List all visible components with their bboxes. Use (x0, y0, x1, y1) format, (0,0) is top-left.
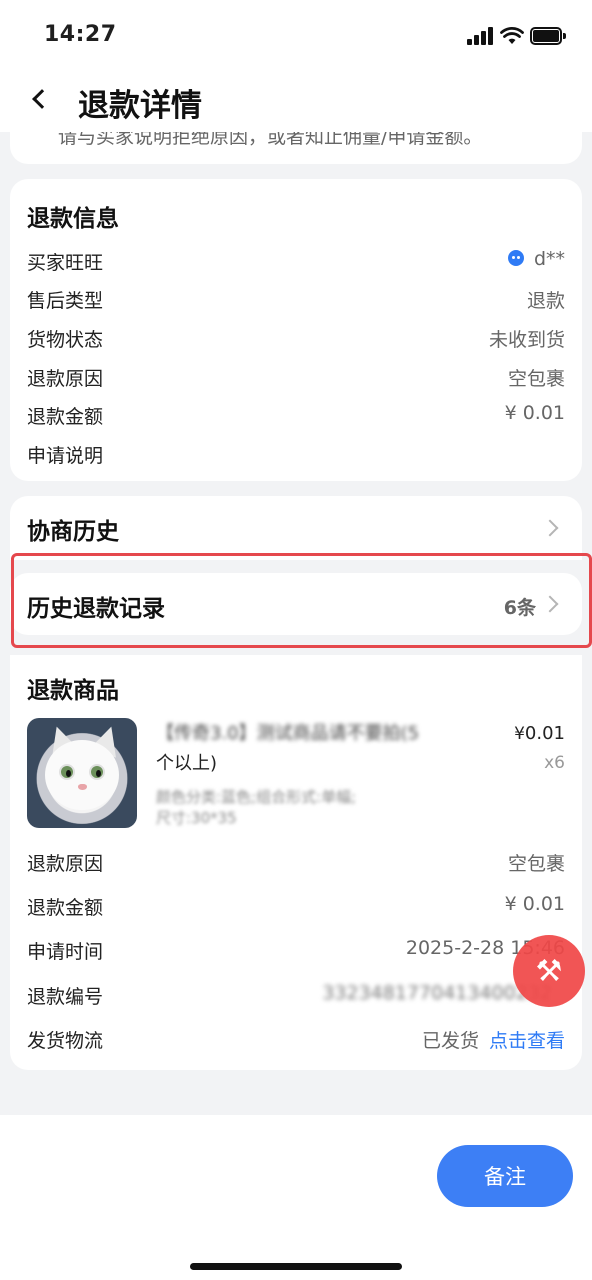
refund-goods-title: 退款商品 (27, 678, 119, 704)
product-name-line1: 【传奇3.0】测试商品请不要拍(5 (156, 723, 420, 744)
buyer-value[interactable]: d** (507, 248, 565, 270)
refund-amount-label: 退款金额 (27, 406, 104, 428)
refund-reason-value: 空包裹 (507, 368, 565, 390)
aftersale-type-value: 退款 (526, 290, 565, 312)
home-indicator (190, 1263, 402, 1270)
refund-amount-value: ¥ 0.01 (504, 402, 565, 424)
apply-time-label: 申请时间 (27, 941, 104, 963)
product-name[interactable]: 【传奇3.0】测试商品请不要拍(5 个以上) (156, 719, 446, 779)
chevron-right-icon (541, 519, 559, 537)
negotiation-history-row[interactable]: 协商历史 (10, 496, 582, 560)
product-price: ¥0.01 (514, 723, 565, 744)
tool-icon: ⚒ (535, 953, 563, 989)
refund-records-title: 历史退款记录 (27, 596, 165, 622)
top-bar: 14:27 退款详情 (0, 0, 592, 132)
goods-refund-reason-label: 退款原因 (27, 853, 104, 875)
buyer-name: d** (533, 248, 565, 270)
status-bar: 14:27 (0, 0, 592, 70)
refund-info-card: 退款信息 买家旺旺 d** 售后类型 退款 货物状态 未收到货 退款原因 空包裹… (10, 179, 582, 481)
logistics-label: 发货物流 (27, 1030, 104, 1052)
wifi-icon (500, 27, 524, 44)
buyer-label: 买家旺旺 (27, 252, 104, 274)
chevron-right-icon (541, 595, 559, 613)
note-button[interactable]: 备注 (437, 1145, 573, 1207)
price-value: 0.01 (524, 723, 565, 744)
debug-tool-button[interactable]: ⚒ (513, 935, 585, 1007)
battery-icon (530, 27, 566, 45)
page-title: 退款详情 (78, 88, 202, 124)
logistics-status: 已发货 (421, 1030, 479, 1052)
back-button[interactable] (22, 82, 56, 116)
goods-status-value: 未收到货 (488, 329, 565, 351)
aftersale-type-label: 售后类型 (27, 290, 104, 312)
product-quantity: x6 (544, 753, 565, 773)
logistics-value: 已发货 点击查看 (422, 1026, 565, 1053)
product-image[interactable] (27, 718, 137, 828)
goods-refund-reason-value: 空包裹 (507, 853, 565, 875)
goods-status-label: 货物状态 (27, 329, 104, 351)
refund-records-row[interactable]: 历史退款记录 6条 (10, 573, 582, 635)
refund-goods-card: 退款商品 【传奇3.0】测试商品请不要拍(5 个以上) 颜色分类:蓝色;组合形式… (10, 655, 582, 1070)
bottom-bar: 备注 (0, 1115, 592, 1280)
product-spec-line1: 颜色分类:蓝色;组合形式:单幅; (156, 788, 357, 806)
refund-info-title: 退款信息 (27, 206, 119, 232)
goods-refund-amount-value: ¥ 0.01 (504, 893, 565, 915)
status-time: 14:27 (44, 22, 117, 47)
negotiation-history-title: 协商历史 (27, 519, 119, 545)
signal-icon (467, 27, 493, 45)
product-spec: 颜色分类:蓝色;组合形式:单幅; 尺寸:30*35 (156, 787, 446, 829)
back-arrow-icon (32, 89, 52, 109)
product-spec-line2: 尺寸:30*35 (156, 809, 237, 827)
view-logistics-link[interactable]: 点击查看 (489, 1030, 565, 1052)
refund-reason-label: 退款原因 (27, 368, 104, 390)
price-symbol: ¥ (514, 724, 525, 744)
goods-refund-amount-label: 退款金额 (27, 897, 104, 919)
product-name-line2: 个以上) (156, 753, 218, 774)
refund-records-count: 6条 (503, 597, 536, 619)
wangwang-icon (507, 250, 524, 266)
application-note-label: 申请说明 (27, 445, 104, 467)
nav-bar: 退款详情 (0, 70, 592, 132)
refund-number-label: 退款编号 (27, 986, 104, 1008)
